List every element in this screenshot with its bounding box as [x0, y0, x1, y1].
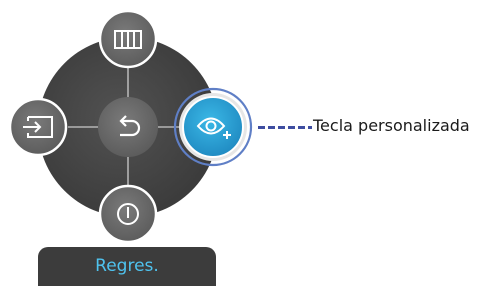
source-input-button[interactable]: [8, 97, 68, 157]
callout-leader-line: [258, 126, 312, 129]
back-label: Regres.: [38, 247, 216, 286]
return-button[interactable]: [98, 97, 158, 157]
power-button[interactable]: [98, 184, 158, 244]
jog-control-pad: [8, 9, 253, 244]
picture-mode-button[interactable]: [98, 9, 158, 69]
custom-key-button[interactable]: [173, 87, 253, 167]
callout-label: Tecla personalizada: [313, 116, 470, 135]
